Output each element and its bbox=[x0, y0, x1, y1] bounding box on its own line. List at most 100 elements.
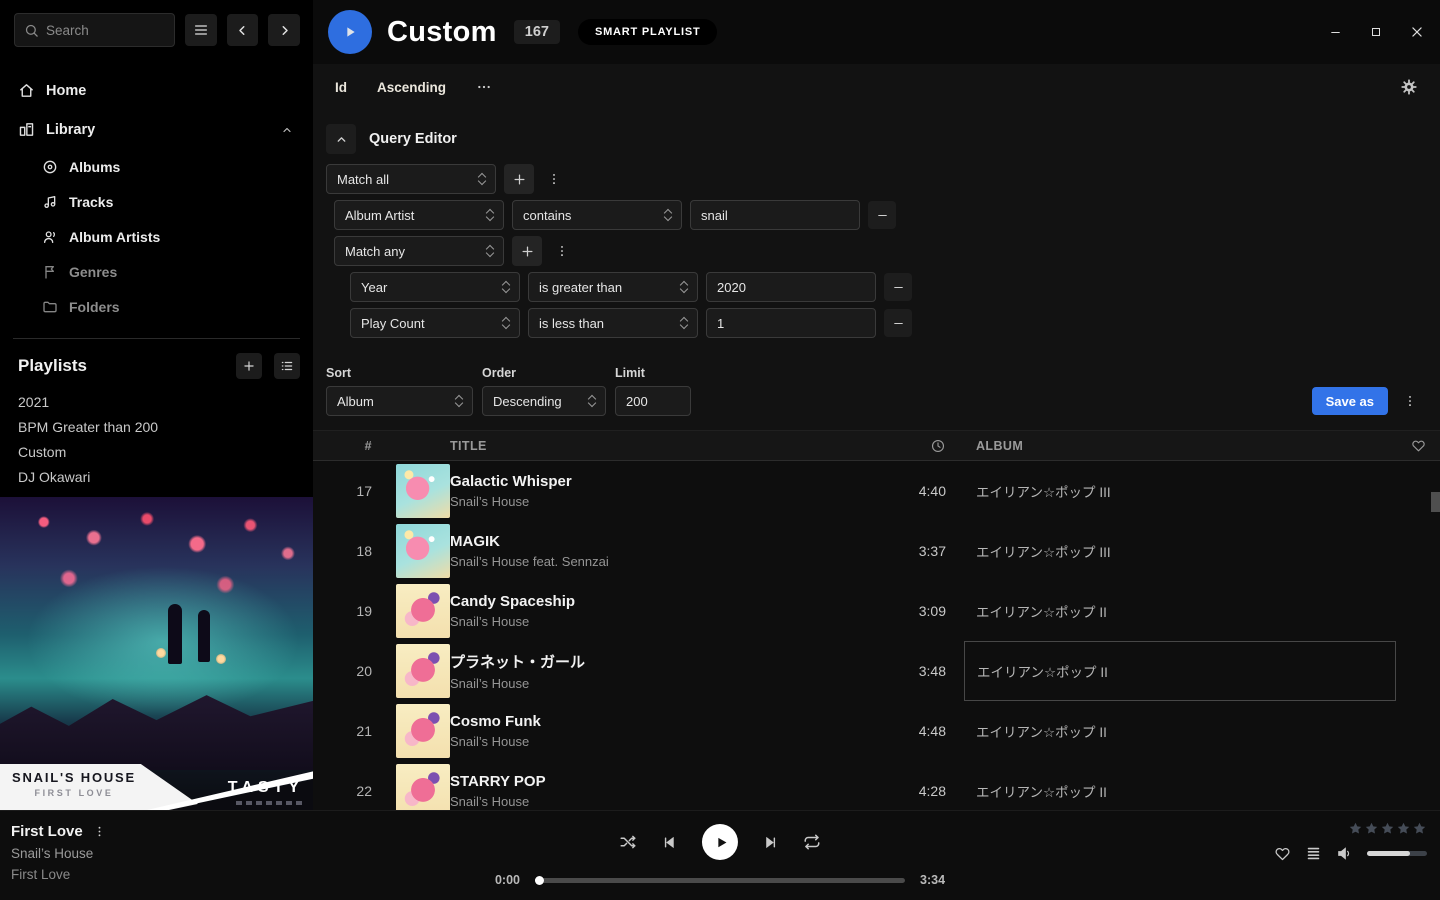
match-type-select-1[interactable]: Match all bbox=[326, 164, 496, 194]
star-icon[interactable] bbox=[1380, 821, 1395, 836]
track-row[interactable]: 20 プラネット・ガール Snail’s House 3:48 エイリアン☆ポッ… bbox=[313, 641, 1440, 701]
sidebar-item-library[interactable]: Library bbox=[0, 110, 313, 149]
play-playlist-button[interactable] bbox=[328, 10, 372, 54]
playlist-item[interactable]: Custom bbox=[0, 439, 313, 464]
sidebar-item-label: Folders bbox=[69, 299, 120, 315]
forward-button[interactable] bbox=[268, 14, 300, 46]
playlist-item-label: 2021 bbox=[18, 394, 49, 410]
favorite-button[interactable] bbox=[1274, 845, 1291, 862]
track-album-cell[interactable]: エイリアン☆ポップ II bbox=[964, 581, 1396, 641]
minimize-button[interactable] bbox=[1329, 26, 1342, 39]
plus-icon bbox=[520, 244, 535, 259]
rule-field-select[interactable]: Year bbox=[350, 272, 520, 302]
sort-direction-button[interactable]: Ascending bbox=[377, 80, 446, 95]
now-playing-options-button[interactable] bbox=[93, 825, 106, 838]
remove-rule-button[interactable] bbox=[884, 309, 912, 337]
close-button[interactable] bbox=[1410, 25, 1424, 39]
save-options-button[interactable] bbox=[1398, 386, 1422, 416]
query-order-select[interactable]: Descending bbox=[482, 386, 606, 416]
query-sort-select[interactable]: Album bbox=[326, 386, 473, 416]
rule-value-input[interactable] bbox=[690, 200, 860, 230]
rule-field-select[interactable]: Album Artist bbox=[334, 200, 504, 230]
play-pause-button[interactable] bbox=[702, 824, 738, 860]
track-album-cell[interactable]: エイリアン☆ポップ II bbox=[964, 701, 1396, 761]
repeat-button[interactable] bbox=[803, 833, 821, 851]
track-album: エイリアン☆ポップ III bbox=[976, 481, 1111, 501]
track-number: 17 bbox=[313, 483, 378, 499]
sidebar-item-album-artists[interactable]: Album Artists bbox=[0, 219, 313, 254]
playlist-view-button[interactable] bbox=[274, 353, 300, 379]
sidebar-item-genres[interactable]: Genres bbox=[0, 254, 313, 289]
limit-label: Limit bbox=[615, 366, 691, 380]
next-button[interactable] bbox=[762, 834, 779, 851]
track-album-cell[interactable]: エイリアン☆ポップ II bbox=[964, 761, 1396, 815]
settings-button[interactable] bbox=[1400, 78, 1418, 96]
track-row[interactable]: 19 Candy Spaceship Snail’s House 3:09 エイ… bbox=[313, 581, 1440, 641]
remove-rule-button[interactable] bbox=[868, 201, 896, 229]
rule-operator-select[interactable]: is greater than bbox=[528, 272, 698, 302]
track-row[interactable]: 22 STARRY POP Snail’s House 4:28 エイリアン☆ポ… bbox=[313, 761, 1440, 815]
playlist-item-label: Custom bbox=[18, 444, 66, 460]
seek-thumb[interactable] bbox=[535, 876, 544, 885]
maximize-button[interactable] bbox=[1370, 26, 1382, 38]
track-duration: 3:37 bbox=[876, 543, 946, 559]
collapse-query-editor-button[interactable] bbox=[326, 124, 356, 154]
sidebar-item-home[interactable]: Home bbox=[0, 71, 313, 110]
previous-button[interactable] bbox=[661, 834, 678, 851]
header-number[interactable]: # bbox=[313, 439, 378, 453]
queue-button[interactable] bbox=[1305, 845, 1322, 862]
track-album-cell[interactable]: エイリアン☆ポップ III bbox=[964, 461, 1396, 521]
sort-field-button[interactable]: Id bbox=[335, 80, 347, 95]
playlist-item[interactable]: 2021 bbox=[0, 389, 313, 414]
sidebar-item-folders[interactable]: Folders bbox=[0, 289, 313, 324]
chevron-up-icon[interactable] bbox=[281, 124, 293, 136]
save-as-button[interactable]: Save as bbox=[1312, 387, 1388, 415]
maximize-icon bbox=[1370, 26, 1382, 38]
star-icon[interactable] bbox=[1364, 821, 1379, 836]
playlist-item[interactable]: DJ Okawari bbox=[0, 464, 313, 489]
scrollbar-thumb[interactable] bbox=[1431, 492, 1440, 512]
query-limit-input[interactable] bbox=[615, 386, 691, 416]
track-row[interactable]: 21 Cosmo Funk Snail’s House 4:48 エイリアン☆ポ… bbox=[313, 701, 1440, 761]
add-playlist-button[interactable] bbox=[236, 353, 262, 379]
header-album[interactable]: ALBUM bbox=[964, 439, 1396, 453]
shuffle-button[interactable] bbox=[619, 833, 637, 851]
track-row[interactable]: 17 Galactic Whisper Snail’s House 4:40 エ… bbox=[313, 461, 1440, 521]
close-icon bbox=[1410, 25, 1424, 39]
header-title[interactable]: TITLE bbox=[450, 439, 876, 453]
sidebar-item-tracks[interactable]: Tracks bbox=[0, 184, 313, 219]
search-input[interactable] bbox=[46, 23, 156, 38]
star-icon[interactable] bbox=[1348, 821, 1363, 836]
folders-icon bbox=[42, 299, 58, 315]
star-icon[interactable] bbox=[1396, 821, 1411, 836]
sidebar-item-albums[interactable]: Albums bbox=[0, 149, 313, 184]
playlist-item[interactable]: BPM Greater than 200 bbox=[0, 414, 313, 439]
rule-value-input[interactable] bbox=[706, 308, 876, 338]
seek-bar[interactable] bbox=[535, 878, 905, 883]
star-icon[interactable] bbox=[1412, 821, 1427, 836]
add-rule-button-2[interactable] bbox=[512, 236, 542, 266]
track-row[interactable]: 18 MAGIK Snail’s House feat. Sennzai 3:3… bbox=[313, 521, 1440, 581]
volume-slider[interactable] bbox=[1367, 851, 1427, 856]
match-type-select-2[interactable]: Match any bbox=[334, 236, 504, 266]
kebab-icon bbox=[547, 172, 561, 186]
menu-button[interactable] bbox=[185, 14, 217, 46]
back-button[interactable] bbox=[227, 14, 259, 46]
header-duration[interactable] bbox=[876, 438, 946, 454]
header-favorite[interactable] bbox=[1396, 438, 1440, 453]
track-album-cell[interactable]: エイリアン☆ポップ II bbox=[964, 641, 1396, 701]
rule-operator-select[interactable]: contains bbox=[512, 200, 682, 230]
more-options-button[interactable] bbox=[476, 79, 492, 95]
add-rule-button-1[interactable] bbox=[504, 164, 534, 194]
volume-button[interactable] bbox=[1336, 845, 1353, 862]
group-options-button-2[interactable] bbox=[550, 236, 574, 266]
remove-rule-button[interactable] bbox=[884, 273, 912, 301]
track-count-badge: 167 bbox=[514, 20, 560, 44]
group-options-button-1[interactable] bbox=[542, 164, 566, 194]
rule-value-input[interactable] bbox=[706, 272, 876, 302]
track-artist: Snail’s House feat. Sennzai bbox=[450, 554, 876, 569]
chevron-right-icon bbox=[277, 23, 292, 38]
track-album-cell[interactable]: エイリアン☆ポップ III bbox=[964, 521, 1396, 581]
rule-field-select[interactable]: Play Count bbox=[350, 308, 520, 338]
rule-operator-select[interactable]: is less than bbox=[528, 308, 698, 338]
